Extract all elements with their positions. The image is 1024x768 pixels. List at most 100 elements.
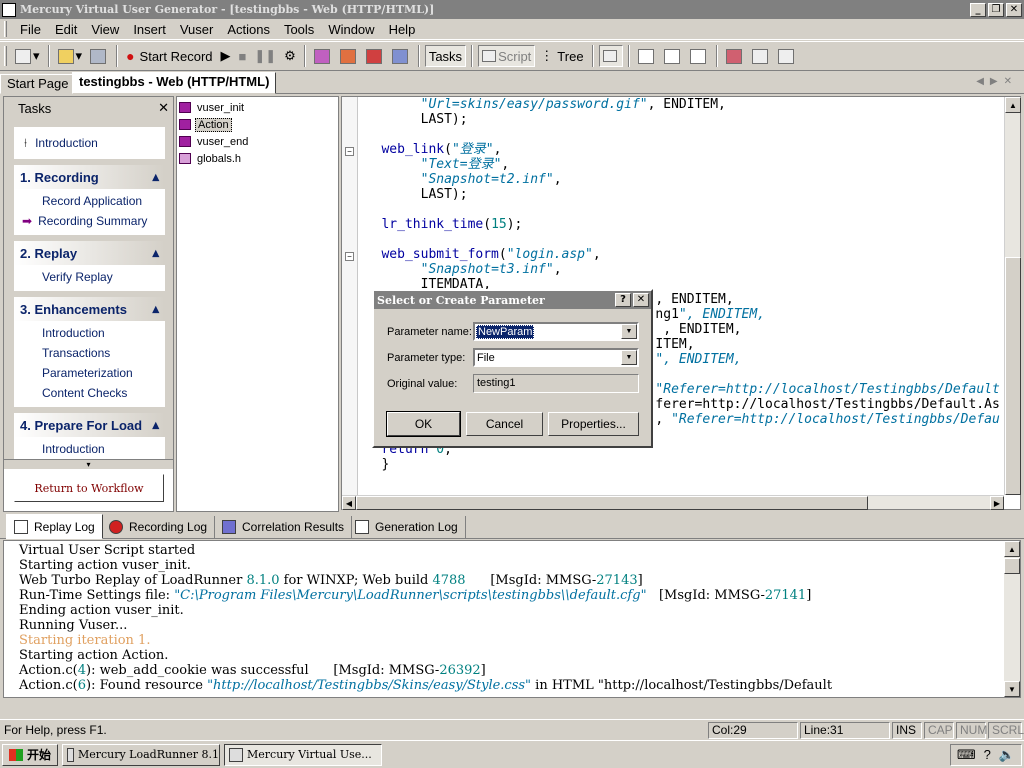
task-group-enhancements: 3. Enhancements ▴ Introduction Transactio… — [14, 297, 165, 407]
scroll-up-arrow[interactable]: ▲ — [1004, 541, 1020, 557]
scroll-up-arrow[interactable]: ▲ — [1005, 97, 1021, 113]
insert-step-button[interactable] — [337, 45, 361, 67]
task-parameterization[interactable]: Parameterization — [14, 363, 165, 383]
tab-correlation-results[interactable]: Correlation Results — [215, 516, 353, 538]
scroll-left-arrow[interactable]: ◀ — [342, 496, 356, 510]
tab-start-page[interactable]: Start Page — [0, 74, 76, 94]
help-button[interactable]: ? — [615, 293, 631, 307]
tree-item-vuser-end[interactable]: vuser_end — [177, 133, 338, 150]
minimize-button[interactable]: _ — [970, 2, 986, 17]
ok-button[interactable]: OK — [386, 411, 461, 437]
extra-button[interactable] — [775, 45, 799, 67]
parameter-name-combo[interactable]: NewParam ▼ — [473, 322, 639, 341]
save-button[interactable] — [87, 45, 111, 67]
close-icon[interactable]: ✕ — [158, 100, 169, 116]
task-transactions[interactable]: Transactions — [14, 343, 165, 363]
tab-generation-log[interactable]: Generation Log — [348, 516, 466, 538]
cancel-button[interactable]: Cancel — [466, 412, 543, 436]
fold-toggle-icon[interactable]: − — [345, 147, 354, 156]
layout-button[interactable] — [598, 45, 623, 67]
menu-view[interactable]: View — [84, 22, 126, 37]
replay-log-output[interactable]: Virtual User Script started Starting acti… — [3, 540, 1021, 698]
new-button[interactable]: ▾ — [12, 45, 43, 67]
scroll-thumb[interactable] — [356, 496, 868, 510]
group-title: 1. Recording — [20, 169, 99, 185]
tab-replay-log[interactable]: Replay Log — [6, 514, 103, 539]
task-recording-summary[interactable]: ➡ Recording Summary — [14, 211, 165, 231]
collapse-icon[interactable]: ▴ — [152, 301, 159, 317]
menu-help[interactable]: Help — [382, 22, 423, 37]
tasks-scroll-down[interactable]: ▾ — [4, 459, 173, 469]
tree-view-button[interactable]: ⋮ Tree — [537, 45, 586, 67]
editor-horizontal-scrollbar[interactable]: ◀ ▶ — [342, 495, 1004, 510]
view-button-2[interactable] — [661, 45, 685, 67]
runtime-settings-button[interactable] — [389, 45, 413, 67]
menu-vuser[interactable]: Vuser — [173, 22, 220, 37]
pause-button[interactable]: ❚❚ — [251, 45, 279, 67]
run-button[interactable]: ▶ — [218, 45, 234, 67]
fold-toggle-icon[interactable]: − — [345, 252, 354, 261]
open-button[interactable]: ▾ — [55, 45, 86, 67]
parameter-name-value[interactable]: NewParam — [476, 324, 535, 339]
tree-item-vuser-init[interactable]: vuser_init — [177, 99, 338, 116]
task-load-introduction[interactable]: Introduction — [14, 439, 165, 459]
tree-item-action[interactable]: Action — [177, 116, 338, 133]
tab-nav-controls[interactable]: ◀▶✕ — [976, 76, 1018, 87]
parameter-type-select[interactable]: File ▼ — [473, 348, 639, 367]
tab-testingbbs[interactable]: testingbbs - Web (HTTP/HTML) — [72, 72, 277, 94]
speaker-icon[interactable]: 🔈 — [999, 747, 1015, 763]
scroll-down-arrow[interactable]: ▼ — [1004, 681, 1020, 697]
task-verify-replay[interactable]: Verify Replay — [14, 267, 165, 287]
chevron-down-icon[interactable]: ▼ — [621, 324, 637, 339]
scroll-thumb[interactable] — [1004, 558, 1020, 574]
dialog-close-button[interactable]: ✕ — [633, 293, 649, 307]
help-icon[interactable]: ? — [984, 747, 991, 762]
close-button[interactable]: ✕ — [1006, 2, 1022, 17]
group-header[interactable]: 1. Recording ▴ — [14, 165, 165, 189]
collapse-icon[interactable]: ▴ — [152, 417, 159, 433]
editor-vertical-scrollbar[interactable]: ▲ — [1004, 97, 1021, 495]
tree-item-globals[interactable]: globals.h — [177, 150, 338, 167]
task-content-checks[interactable]: Content Checks — [14, 383, 165, 403]
task-record-application[interactable]: Record Application — [14, 191, 165, 211]
start-button[interactable]: 开始 — [2, 743, 59, 766]
scroll-right-arrow[interactable]: ▶ — [990, 496, 1004, 510]
menu-tools[interactable]: Tools — [277, 22, 321, 37]
breakpoint-button[interactable] — [363, 45, 387, 67]
view-button-3[interactable] — [687, 45, 711, 67]
keyboard-icon[interactable]: ⌨ — [957, 747, 976, 763]
collapse-icon[interactable]: ▴ — [152, 169, 159, 185]
tasks-button[interactable]: Tasks — [424, 45, 467, 67]
restore-button[interactable]: ❐ — [988, 2, 1004, 17]
properties-button[interactable]: Properties... — [548, 412, 639, 436]
status-num: NUM — [956, 721, 987, 739]
menu-file[interactable]: File — [13, 22, 48, 37]
menu-edit[interactable]: Edit — [48, 22, 84, 37]
taskbar-item-loadrunner[interactable]: Mercury LoadRunner 8.1 — [62, 743, 221, 766]
menu-window[interactable]: Window — [321, 22, 381, 37]
menu-grip — [4, 21, 7, 37]
log-line: Virtual User Script started — [19, 543, 196, 558]
scroll-thumb[interactable] — [1005, 257, 1021, 495]
task-introduction[interactable]: Introduction — [14, 323, 165, 343]
chevron-down-icon[interactable]: ▼ — [621, 350, 637, 365]
group-header[interactable]: 2. Replay ▴ — [14, 241, 165, 265]
log-vertical-scrollbar[interactable]: ▲ ▼ — [1004, 541, 1020, 697]
group-header[interactable]: 4. Prepare For Load ▴ — [14, 413, 165, 437]
parameter-button[interactable] — [311, 45, 335, 67]
snapshot-button[interactable] — [749, 45, 773, 67]
group-header[interactable]: 3. Enhancements ▴ — [14, 297, 165, 321]
menu-actions[interactable]: Actions — [220, 22, 277, 37]
stop-button[interactable]: ■ — [236, 45, 250, 67]
script-view-button[interactable]: Script — [478, 45, 536, 67]
collapse-icon[interactable]: ▴ — [152, 245, 159, 261]
view-button-1[interactable] — [635, 45, 659, 67]
start-record-button[interactable]: ● Start Record — [123, 45, 215, 67]
menu-insert[interactable]: Insert — [126, 22, 173, 37]
tab-recording-log[interactable]: Recording Log — [102, 516, 216, 538]
sync-button[interactable] — [723, 45, 747, 67]
compile-button[interactable]: ⚙ — [281, 45, 299, 67]
return-to-workflow-button[interactable]: Return to Workflow — [14, 474, 164, 502]
task-intro[interactable]: ⍿ Introduction — [14, 127, 165, 159]
taskbar-item-vugen[interactable]: Mercury Virtual Use... — [224, 743, 383, 766]
